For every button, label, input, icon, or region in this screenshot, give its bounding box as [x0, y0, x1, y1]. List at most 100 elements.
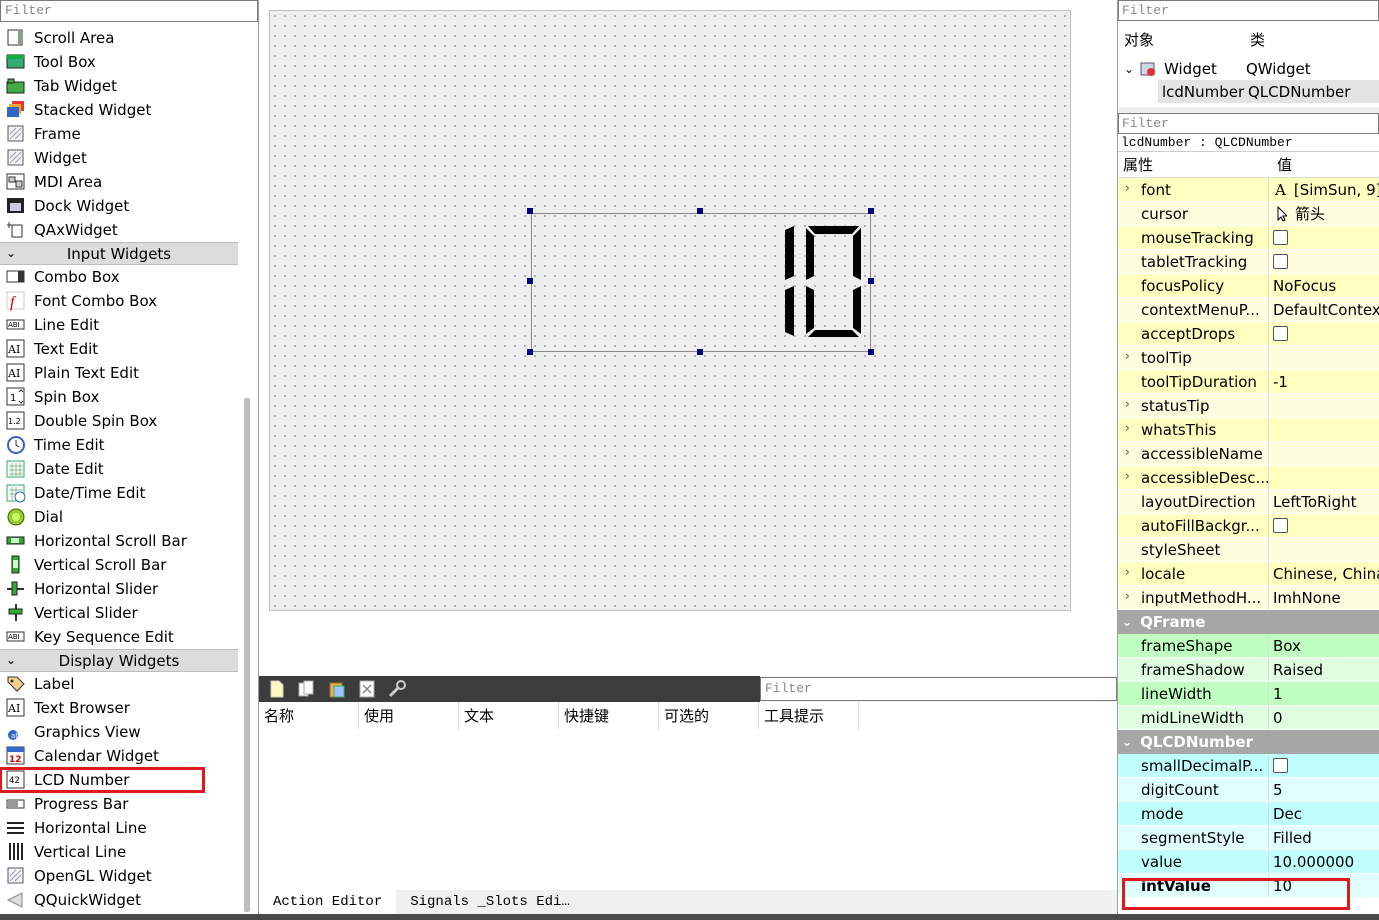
chevron-down-icon[interactable]: ⌄ — [1122, 615, 1132, 629]
property-value-cell[interactable]: 箭头 — [1268, 202, 1379, 225]
property-row-mousetracking[interactable]: mouseTracking — [1118, 226, 1379, 250]
property-value-cell[interactable] — [1268, 346, 1379, 369]
action-column-header[interactable]: 使用 — [359, 702, 459, 730]
property-value-cell[interactable] — [1268, 466, 1379, 489]
property-value-cell[interactable]: Raised — [1268, 658, 1379, 681]
tab-signals-slots-editor[interactable]: Signals _Slots Edi… — [396, 890, 584, 914]
widget-item-line-edit[interactable]: ABI Line Edit — [0, 313, 238, 337]
resize-handle-bl[interactable] — [527, 349, 533, 355]
copy-action-icon[interactable] — [297, 679, 317, 699]
widget-item-horizontal-line[interactable]: Horizontal Line — [0, 816, 238, 840]
widget-item-opengl-widget[interactable]: OpenGL Widget — [0, 864, 238, 888]
property-row-inputmethodh[interactable]: › inputMethodH... ImhNone — [1118, 586, 1379, 610]
widget-item-text-browser[interactable]: AI Text Browser — [0, 696, 238, 720]
expand-chevron-icon[interactable]: › — [1125, 469, 1130, 483]
expand-chevron-icon[interactable]: › — [1125, 181, 1130, 195]
property-row-frameshadow[interactable]: frameShadow Raised — [1118, 658, 1379, 682]
property-value-cell[interactable]: A [SimSun, 9] — [1268, 178, 1379, 201]
property-row-layoutdirection[interactable]: layoutDirection LeftToRight — [1118, 490, 1379, 514]
delete-action-icon[interactable] — [357, 679, 377, 699]
widget-box-scrollbar[interactable] — [244, 22, 250, 912]
widget-item-dial[interactable]: Dial — [0, 505, 238, 529]
resize-handle-tl[interactable] — [527, 208, 533, 214]
chevron-down-icon[interactable]: ⌄ — [6, 653, 16, 667]
action-filter-input[interactable]: Filter — [760, 677, 1117, 701]
widget-item-frame[interactable]: Frame — [0, 122, 238, 146]
resize-handle-tc[interactable] — [697, 208, 703, 214]
widget-item-tab-widget[interactable]: Tab Widget — [0, 74, 238, 98]
property-value-cell[interactable] — [1268, 538, 1379, 561]
resize-handle-br[interactable] — [868, 349, 874, 355]
widget-item-combo-box[interactable]: Combo Box — [0, 265, 238, 289]
property-row-autofillbackgr[interactable]: autoFillBackgr... — [1118, 514, 1379, 538]
property-value-cell[interactable] — [1268, 226, 1379, 249]
action-table-body[interactable] — [259, 730, 1117, 890]
widget-item-qquickwidget[interactable]: QQuickWidget — [0, 888, 238, 912]
property-value-cell[interactable]: 5 — [1268, 778, 1379, 801]
property-checkbox[interactable] — [1273, 254, 1288, 269]
expand-chevron-icon[interactable]: › — [1125, 565, 1130, 579]
widget-filter-input[interactable]: Filter — [0, 0, 258, 22]
widget-item-vertical-scroll-bar[interactable]: Vertical Scroll Bar — [0, 553, 238, 577]
property-value-cell[interactable]: DefaultContext — [1268, 298, 1379, 321]
widget-item-spin-box[interactable]: 1 Spin Box — [0, 385, 238, 409]
property-value-cell[interactable]: -1 — [1268, 370, 1379, 393]
property-value-cell[interactable] — [1268, 322, 1379, 345]
resize-handle-bc[interactable] — [697, 349, 703, 355]
property-section-header[interactable]: ⌄ QFrame — [1118, 610, 1379, 634]
widget-item-vertical-line[interactable]: Vertical Line — [0, 840, 238, 864]
property-row-midlinewidth[interactable]: midLineWidth 0 — [1118, 706, 1379, 730]
action-column-header[interactable]: 文本 — [459, 702, 559, 730]
property-value-cell[interactable]: LeftToRight — [1268, 490, 1379, 513]
widget-item-tool-box[interactable]: Tool Box — [0, 50, 238, 74]
property-row-tablettracking[interactable]: tabletTracking — [1118, 250, 1379, 274]
widget-category-header[interactable]: ⌄ Input Widgets — [0, 242, 238, 265]
expand-chevron-icon[interactable]: › — [1125, 445, 1130, 459]
widget-item-time-edit[interactable]: Time Edit — [0, 433, 238, 457]
widget-item-stacked-widget[interactable]: Stacked Widget — [0, 98, 238, 122]
property-checkbox[interactable] — [1273, 518, 1288, 533]
property-value-cell[interactable]: 0 — [1268, 706, 1379, 729]
property-row-acceptdrops[interactable]: acceptDrops — [1118, 322, 1379, 346]
configure-action-icon[interactable] — [387, 679, 407, 699]
property-row-segmentstyle[interactable]: segmentStyle Filled — [1118, 826, 1379, 850]
resize-handle-mr[interactable] — [868, 278, 874, 284]
property-value-cell[interactable]: Box — [1268, 634, 1379, 657]
property-row-accessiblename[interactable]: › accessibleName — [1118, 442, 1379, 466]
widget-item-date-edit[interactable]: Date Edit — [0, 457, 238, 481]
property-value-cell[interactable]: NoFocus — [1268, 274, 1379, 297]
property-row-tooltip[interactable]: › toolTip — [1118, 346, 1379, 370]
widget-item-progress-bar[interactable]: Progress Bar — [0, 792, 238, 816]
new-action-icon[interactable] — [267, 679, 287, 699]
widget-item-label[interactable]: Label — [0, 672, 238, 696]
property-value-cell[interactable]: Filled — [1268, 826, 1379, 849]
widget-item-qaxwidget[interactable]: QAxWidget — [0, 218, 238, 242]
object-row-widget[interactable]: ⌄ Widget QWidget — [1118, 57, 1379, 80]
property-row-linewidth[interactable]: lineWidth 1 — [1118, 682, 1379, 706]
expand-chevron-icon[interactable]: › — [1125, 349, 1130, 363]
expand-chevron-icon[interactable]: › — [1125, 421, 1130, 435]
widget-item-widget[interactable]: Widget — [0, 146, 238, 170]
property-value-cell[interactable]: Dec — [1268, 802, 1379, 825]
property-row-frameshape[interactable]: frameShape Box — [1118, 634, 1379, 658]
property-value-cell[interactable] — [1268, 394, 1379, 417]
property-value-cell[interactable] — [1268, 442, 1379, 465]
property-section-header[interactable]: ⌄ QLCDNumber — [1118, 730, 1379, 754]
widget-item-calendar-widget[interactable]: 12 Calendar Widget — [0, 744, 238, 768]
collapse-chevron-icon[interactable]: ⌄ — [1118, 62, 1140, 76]
property-row-digitcount[interactable]: digitCount 5 — [1118, 778, 1379, 802]
property-value-cell[interactable] — [1268, 418, 1379, 441]
property-row-statustip[interactable]: › statusTip — [1118, 394, 1379, 418]
object-row-lcdnumber[interactable]: lcdNumber QLCDNumber — [1158, 80, 1379, 103]
widget-item-scroll-area[interactable]: Scroll Area — [0, 26, 238, 50]
widget-item-mdi-area[interactable]: MDI Area — [0, 170, 238, 194]
chevron-down-icon[interactable]: ⌄ — [1122, 735, 1132, 749]
widget-item-font-combo-box[interactable]: f Font Combo Box — [0, 289, 238, 313]
scrollbar-thumb[interactable] — [244, 398, 250, 912]
action-column-header[interactable]: 工具提示 — [759, 702, 859, 730]
widget-item-dock-widget[interactable]: Dock Widget — [0, 194, 238, 218]
property-row-value[interactable]: value 10.000000 — [1118, 850, 1379, 874]
action-column-header[interactable]: 名称 — [259, 702, 359, 730]
property-value-cell[interactable] — [1268, 514, 1379, 537]
widget-item-text-edit[interactable]: AI Text Edit — [0, 337, 238, 361]
